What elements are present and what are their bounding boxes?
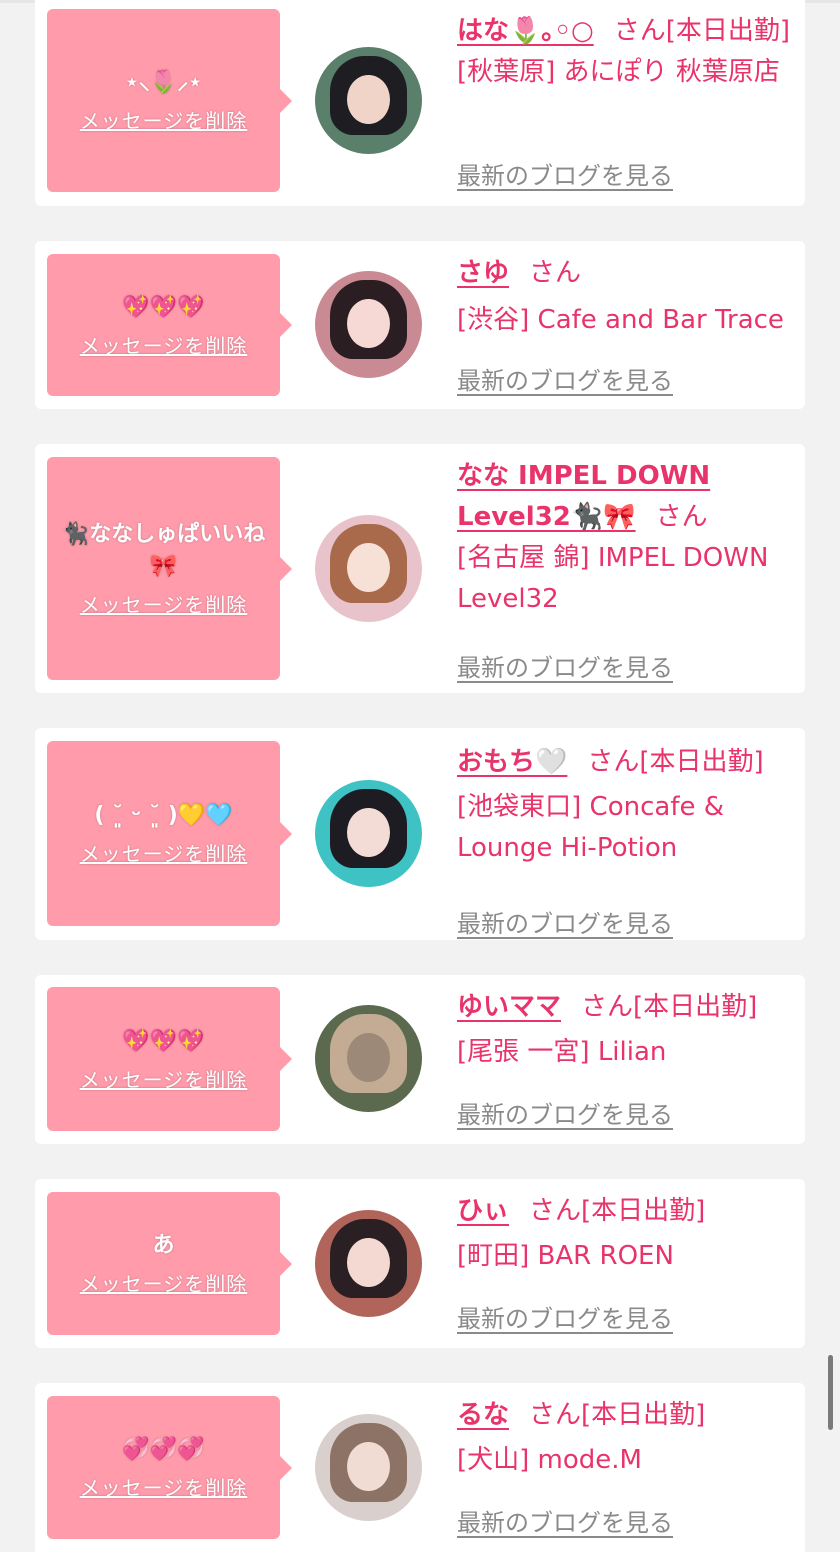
cast-info: なな IMPEL DOWN Level32🐈‍⬛🎀 さん [名古屋 錦] IMPE… bbox=[457, 456, 797, 682]
avatar[interactable] bbox=[315, 515, 422, 622]
favorite-card: ( ˘͈ ᵕ ˘͈ )💛🩵 メッセージを削除 おもち🤍 さん[本日出勤] [池袋東… bbox=[35, 728, 805, 940]
name-line: はな🌷｡◦○ さん[本日出勤] bbox=[457, 11, 797, 52]
honorific: さん bbox=[587, 747, 640, 777]
latest-blog-link[interactable]: 最新のブログを見る bbox=[457, 361, 673, 396]
avatar[interactable] bbox=[315, 271, 422, 378]
attendance-status: [本日出勤] bbox=[665, 16, 790, 46]
delete-message-link[interactable]: メッセージを削除 bbox=[80, 1268, 248, 1297]
favorite-card: 💖💖💖 メッセージを削除 さゆ さん [渋谷] Cafe and Bar Trac… bbox=[35, 241, 805, 409]
cast-info: さゆ さん [渋谷] Cafe and Bar Trace 最新のブログを見る bbox=[457, 253, 797, 395]
honorific: さん bbox=[529, 258, 582, 288]
cast-info: おもち🤍 さん[本日出勤] [池袋東口] Concafe & Lounge Hi-… bbox=[457, 742, 797, 938]
attendance-status: [本日出勤] bbox=[581, 1400, 706, 1430]
avatar[interactable] bbox=[315, 780, 422, 887]
honorific: さん bbox=[529, 1400, 582, 1430]
honorific: さん bbox=[529, 1196, 582, 1226]
name-line: るな さん[本日出勤] bbox=[457, 1395, 797, 1436]
cast-name-link[interactable]: おもち🤍 bbox=[457, 747, 567, 777]
message-text: 💞💞💞 bbox=[122, 1437, 205, 1462]
message-bubble: ( ˘͈ ᵕ ˘͈ )💛🩵 メッセージを削除 bbox=[47, 741, 292, 926]
scrollbar[interactable] bbox=[828, 1355, 833, 1430]
attendance-status: [本日出勤] bbox=[633, 992, 758, 1022]
name-line: なな IMPEL DOWN Level32🐈‍⬛🎀 さん bbox=[457, 456, 797, 538]
cast-info: はな🌷｡◦○ さん[本日出勤] [秋葉原] あにぽり 秋葉原店 最新のブログを見る bbox=[457, 11, 797, 190]
shop-name: [名古屋 錦] IMPEL DOWN Level32 bbox=[457, 543, 769, 614]
shop-name: [町田] BAR ROEN bbox=[457, 1241, 674, 1271]
shop-name: [池袋東口] Concafe & Lounge Hi-Potion bbox=[457, 792, 725, 863]
shop-name: [渋谷] Cafe and Bar Trace bbox=[457, 305, 784, 335]
delete-message-link[interactable]: メッセージを削除 bbox=[80, 838, 248, 867]
favorite-card: 🐈‍⬛ななしゅぱいいね🎀 メッセージを削除 なな IMPEL DOWN Leve… bbox=[35, 444, 805, 693]
cast-info: ゆいママ さん[本日出勤] [尾張 一宮] Lilian 最新のブログを見る bbox=[457, 987, 797, 1129]
message-bubble: 💖💖💖 メッセージを削除 bbox=[47, 987, 292, 1131]
cast-name-link[interactable]: ゆいママ bbox=[457, 992, 561, 1022]
message-text: 💖💖💖 bbox=[122, 1028, 205, 1054]
shop-name: [秋葉原] あにぽり 秋葉原店 bbox=[457, 57, 780, 87]
attendance-status: [本日出勤] bbox=[639, 747, 764, 777]
honorific: さん bbox=[581, 992, 634, 1022]
cast-name-link[interactable]: るな bbox=[457, 1400, 509, 1430]
latest-blog-link[interactable]: 最新のブログを見る bbox=[457, 156, 673, 191]
delete-message-link[interactable]: メッセージを削除 bbox=[80, 589, 248, 618]
latest-blog-link[interactable]: 最新のブログを見る bbox=[457, 1299, 673, 1334]
name-line: おもち🤍 さん[本日出勤] bbox=[457, 742, 797, 783]
message-text: あ bbox=[152, 1233, 175, 1258]
favorite-card: 💞💞💞 メッセージを削除 るな さん[本日出勤] [犬山] mode.M 最新のブ… bbox=[35, 1383, 805, 1552]
delete-message-link[interactable]: メッセージを削除 bbox=[80, 1472, 248, 1501]
avatar[interactable] bbox=[315, 1210, 422, 1317]
cast-name-link[interactable]: はな🌷｡◦○ bbox=[457, 16, 594, 46]
name-line: さゆ さん bbox=[457, 253, 797, 294]
honorific: さん bbox=[655, 502, 708, 532]
latest-blog-link[interactable]: 最新のブログを見る bbox=[457, 1095, 673, 1130]
delete-message-link[interactable]: メッセージを削除 bbox=[80, 1064, 248, 1093]
cast-name-link[interactable]: ひぃ bbox=[457, 1196, 509, 1226]
message-text: ⋆⸜🌷⸝⋆ bbox=[125, 70, 202, 95]
favorite-card: ⋆⸜🌷⸝⋆ メッセージを削除 はな🌷｡◦○ さん[本日出勤] [秋葉原] あにぽり… bbox=[35, 0, 805, 206]
cast-info: るな さん[本日出勤] [犬山] mode.M 最新のブログを見る bbox=[457, 1395, 797, 1537]
message-text: 💖💖💖 bbox=[122, 294, 205, 320]
message-text: 🐈‍⬛ななしゅぱいいね🎀 bbox=[61, 522, 266, 579]
name-line: ゆいママ さん[本日出勤] bbox=[457, 987, 797, 1028]
delete-message-link[interactable]: メッセージを削除 bbox=[80, 330, 248, 359]
avatar[interactable] bbox=[315, 1414, 422, 1521]
latest-blog-link[interactable]: 最新のブログを見る bbox=[457, 1503, 673, 1538]
attendance-status: [本日出勤] bbox=[581, 1196, 706, 1226]
favorite-card: 💖💖💖 メッセージを削除 ゆいママ さん[本日出勤] [尾張 一宮] Lilian… bbox=[35, 975, 805, 1144]
shop-name: [尾張 一宮] Lilian bbox=[457, 1037, 667, 1067]
name-line: ひぃ さん[本日出勤] bbox=[457, 1191, 797, 1232]
message-bubble: 🐈‍⬛ななしゅぱいいね🎀 メッセージを削除 bbox=[47, 457, 292, 680]
latest-blog-link[interactable]: 最新のブログを見る bbox=[457, 648, 673, 683]
message-bubble: あ メッセージを削除 bbox=[47, 1192, 292, 1335]
message-bubble: 💖💖💖 メッセージを削除 bbox=[47, 254, 292, 396]
honorific: さん bbox=[613, 16, 666, 46]
favorite-card: あ メッセージを削除 ひぃ さん[本日出勤] [町田] BAR ROEN 最新のブ… bbox=[35, 1179, 805, 1348]
avatar[interactable] bbox=[315, 1005, 422, 1112]
latest-blog-link[interactable]: 最新のブログを見る bbox=[457, 904, 673, 939]
avatar[interactable] bbox=[315, 47, 422, 154]
message-bubble: 💞💞💞 メッセージを削除 bbox=[47, 1396, 292, 1539]
cast-info: ひぃ さん[本日出勤] [町田] BAR ROEN 最新のブログを見る bbox=[457, 1191, 797, 1333]
delete-message-link[interactable]: メッセージを削除 bbox=[80, 105, 248, 134]
shop-name: [犬山] mode.M bbox=[457, 1445, 642, 1475]
message-bubble: ⋆⸜🌷⸝⋆ メッセージを削除 bbox=[47, 9, 292, 192]
cast-name-link[interactable]: さゆ bbox=[457, 258, 509, 288]
message-text: ( ˘͈ ᵕ ˘͈ )💛🩵 bbox=[94, 803, 233, 828]
